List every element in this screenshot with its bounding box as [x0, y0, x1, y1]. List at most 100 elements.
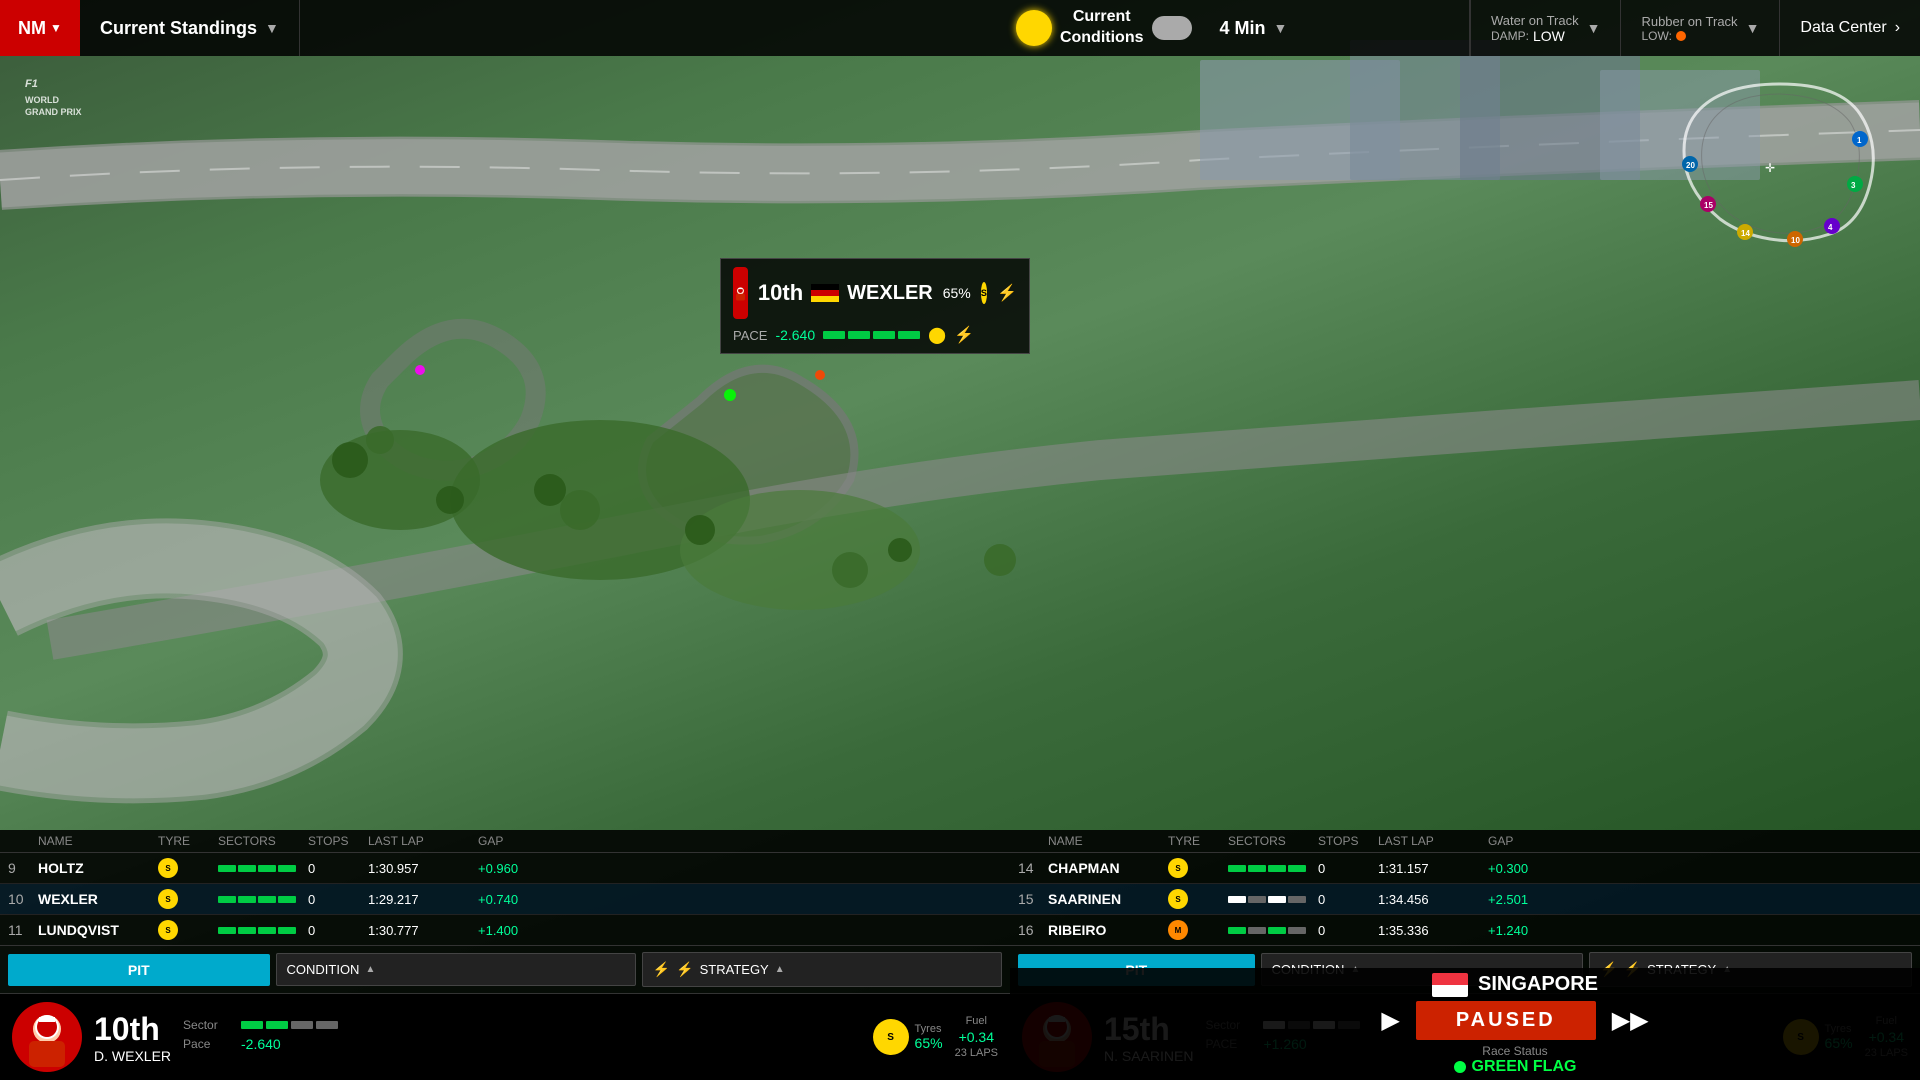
- sectors-ribeiro: [1228, 927, 1318, 934]
- pause-button[interactable]: PAUSED: [1416, 1001, 1596, 1040]
- status-details-left: Sector Pace -2.640: [183, 1018, 861, 1056]
- fuel-value-left: +0.34: [959, 1029, 994, 1045]
- data-center-label: Data Center: [1800, 19, 1886, 37]
- header-sectors-r: Sectors: [1228, 834, 1318, 848]
- gap-ribeiro: +1.240: [1488, 923, 1568, 938]
- driver-name: WEXLER: [847, 282, 933, 305]
- svg-text:20: 20: [1686, 161, 1695, 170]
- chevron-down-icon[interactable]: ▼: [1274, 20, 1288, 36]
- svg-text:14: 14: [1741, 229, 1750, 238]
- driver-holtz: HOLTZ: [38, 860, 158, 876]
- table-row: 10 WEXLER S 0 1:29.217 +0.740: [0, 884, 1010, 915]
- standings-dropdown[interactable]: Current Standings ▼: [80, 0, 300, 56]
- driver-saarinen: SAARINEN: [1048, 891, 1168, 907]
- gap-saarinen: +2.501: [1488, 892, 1568, 907]
- green-flag-text: GREEN FLAG: [1472, 1058, 1577, 1076]
- lightning-icon-2: ⚡: [954, 325, 974, 345]
- pos-10: 10: [8, 891, 38, 907]
- lightning-icon: ⚡: [997, 283, 1017, 303]
- strategy-button-left[interactable]: ⚡ ⚡ STRATEGY ▲: [642, 952, 1002, 987]
- driver-lundqvist: LUNDQVIST: [38, 922, 158, 938]
- table-header-right: Name Tyre Sectors Stops Last Lap Gap: [1010, 830, 1920, 853]
- header-pos: [8, 834, 38, 848]
- chevron-down-icon[interactable]: ▼: [1746, 20, 1760, 36]
- chevron-down-icon[interactable]: ▼: [1587, 20, 1601, 36]
- condition-label-left: CONDITION: [287, 962, 360, 977]
- location-name: SINGAPORE: [1478, 973, 1598, 996]
- status-bar-left: 10th D. WEXLER Sector Pace -2.640 S Tyr: [0, 993, 1010, 1080]
- sectors-holtz: [218, 865, 308, 872]
- lastlap-chapman: 1:31.157: [1378, 861, 1488, 876]
- svg-text:F1: F1: [25, 78, 38, 90]
- laps-left: 23 LAPS: [955, 1047, 998, 1059]
- condition-button-left[interactable]: CONDITION ▲: [276, 953, 636, 986]
- driver-card: 10th WEXLER 65% S ⚡ PACE -2.640 ⬤ ⚡: [720, 258, 1030, 354]
- svg-text:✛: ✛: [1765, 161, 1775, 175]
- stops-chapman: 0: [1318, 861, 1378, 876]
- wgp-logo: F1 WORLD GRAND PRIX: [20, 65, 90, 129]
- table-row: 15 SAARINEN S 0 1:34.456 +2.501: [1010, 884, 1920, 915]
- table-row: 14 CHAPMAN S 0 1:31.157 +0.300: [1010, 853, 1920, 884]
- stops-saarinen: 0: [1318, 892, 1378, 907]
- action-row-left: PIT CONDITION ▲ ⚡ ⚡ STRATEGY ▲: [0, 945, 1010, 993]
- sectors-saarinen: [1228, 896, 1318, 903]
- gap-chapman: +0.300: [1488, 861, 1568, 876]
- sun-icon: [1016, 10, 1052, 46]
- header-gap-r: Gap: [1488, 834, 1568, 848]
- standings-table-left: Name Tyre Sectors Stops Last Lap Gap 9 H…: [0, 830, 1010, 945]
- pace-value-status: -2.640: [241, 1036, 281, 1052]
- race-status-label: Race Status: [1482, 1044, 1547, 1058]
- fast-forward-button[interactable]: ▶▶: [1612, 1006, 1649, 1035]
- chevron-down-icon: ▼: [265, 20, 279, 36]
- header-name: Name: [38, 834, 158, 848]
- chevron-down-icon: ▼: [50, 21, 62, 35]
- data-center-button[interactable]: Data Center ›: [1779, 0, 1920, 56]
- water-section: Water on Track DAMP: LOW ▼: [1470, 0, 1621, 56]
- green-flag-indicator: GREEN FLAG: [1454, 1058, 1577, 1076]
- fuel-icon: ⬤: [928, 325, 946, 345]
- driver-position: 10th: [758, 280, 803, 306]
- pace-label: PACE: [733, 328, 767, 343]
- lightning-icon-left2: ⚡: [676, 961, 693, 978]
- stops-lundqvist: 0: [308, 923, 368, 938]
- fuel-section-left: Fuel +0.34 23 LAPS: [955, 1015, 998, 1059]
- sector-label: Sector: [183, 1018, 233, 1032]
- tyres-label: Tyres: [915, 1023, 943, 1035]
- gap-holtz: +0.960: [478, 861, 558, 876]
- sectors-wexler: [218, 896, 308, 903]
- fuel-label-left: Fuel: [966, 1015, 987, 1027]
- tyre-lundqvist: S: [158, 920, 218, 940]
- driver-chapman: CHAPMAN: [1048, 860, 1168, 876]
- pit-button-left[interactable]: PIT: [8, 954, 270, 986]
- svg-text:15: 15: [1704, 201, 1713, 210]
- table-row: 11 LUNDQVIST S 0 1:30.777 +1.400: [0, 915, 1010, 945]
- nm-logo[interactable]: NM ▼: [0, 0, 80, 56]
- status-position-left: 10th D. WEXLER: [94, 1011, 171, 1064]
- pace-value: -2.640: [775, 327, 815, 343]
- header-pos-r: [1018, 834, 1048, 848]
- header-gap: Gap: [478, 834, 558, 848]
- header-tyre-r: Tyre: [1168, 834, 1228, 848]
- bottom-left-panel: Name Tyre Sectors Stops Last Lap Gap 9 H…: [0, 830, 1010, 1080]
- pos-9: 9: [8, 860, 38, 876]
- pace-label-status: Pace: [183, 1037, 233, 1051]
- tyre-circle-left: S: [873, 1019, 909, 1055]
- status-avatar-left: [12, 1002, 82, 1072]
- svg-text:1: 1: [1857, 136, 1862, 145]
- lastlap-wexler: 1:29.217: [368, 892, 478, 907]
- pos-11: 11: [8, 922, 38, 938]
- play-button[interactable]: ▶: [1381, 1006, 1399, 1035]
- tyre-saarinen: S: [1168, 889, 1228, 909]
- location-section: SINGAPORE: [1432, 973, 1598, 997]
- header-stops-r: Stops: [1318, 834, 1378, 848]
- rubber-section: Rubber on Track LOW: ▼: [1620, 0, 1779, 56]
- lastlap-ribeiro: 1:35.336: [1378, 923, 1488, 938]
- chevron-right-icon: ›: [1895, 19, 1900, 37]
- pos-14: 14: [1018, 860, 1048, 876]
- sectors-lundqvist: [218, 927, 308, 934]
- water-value: LOW: [1533, 28, 1565, 44]
- standings-table-right: Name Tyre Sectors Stops Last Lap Gap 14 …: [1010, 830, 1920, 945]
- svg-text:3: 3: [1851, 181, 1856, 190]
- top-bar: NM ▼ Current Standings ▼ CurrentConditio…: [0, 0, 1920, 56]
- driver-ribeiro: RIBEIRO: [1048, 922, 1168, 938]
